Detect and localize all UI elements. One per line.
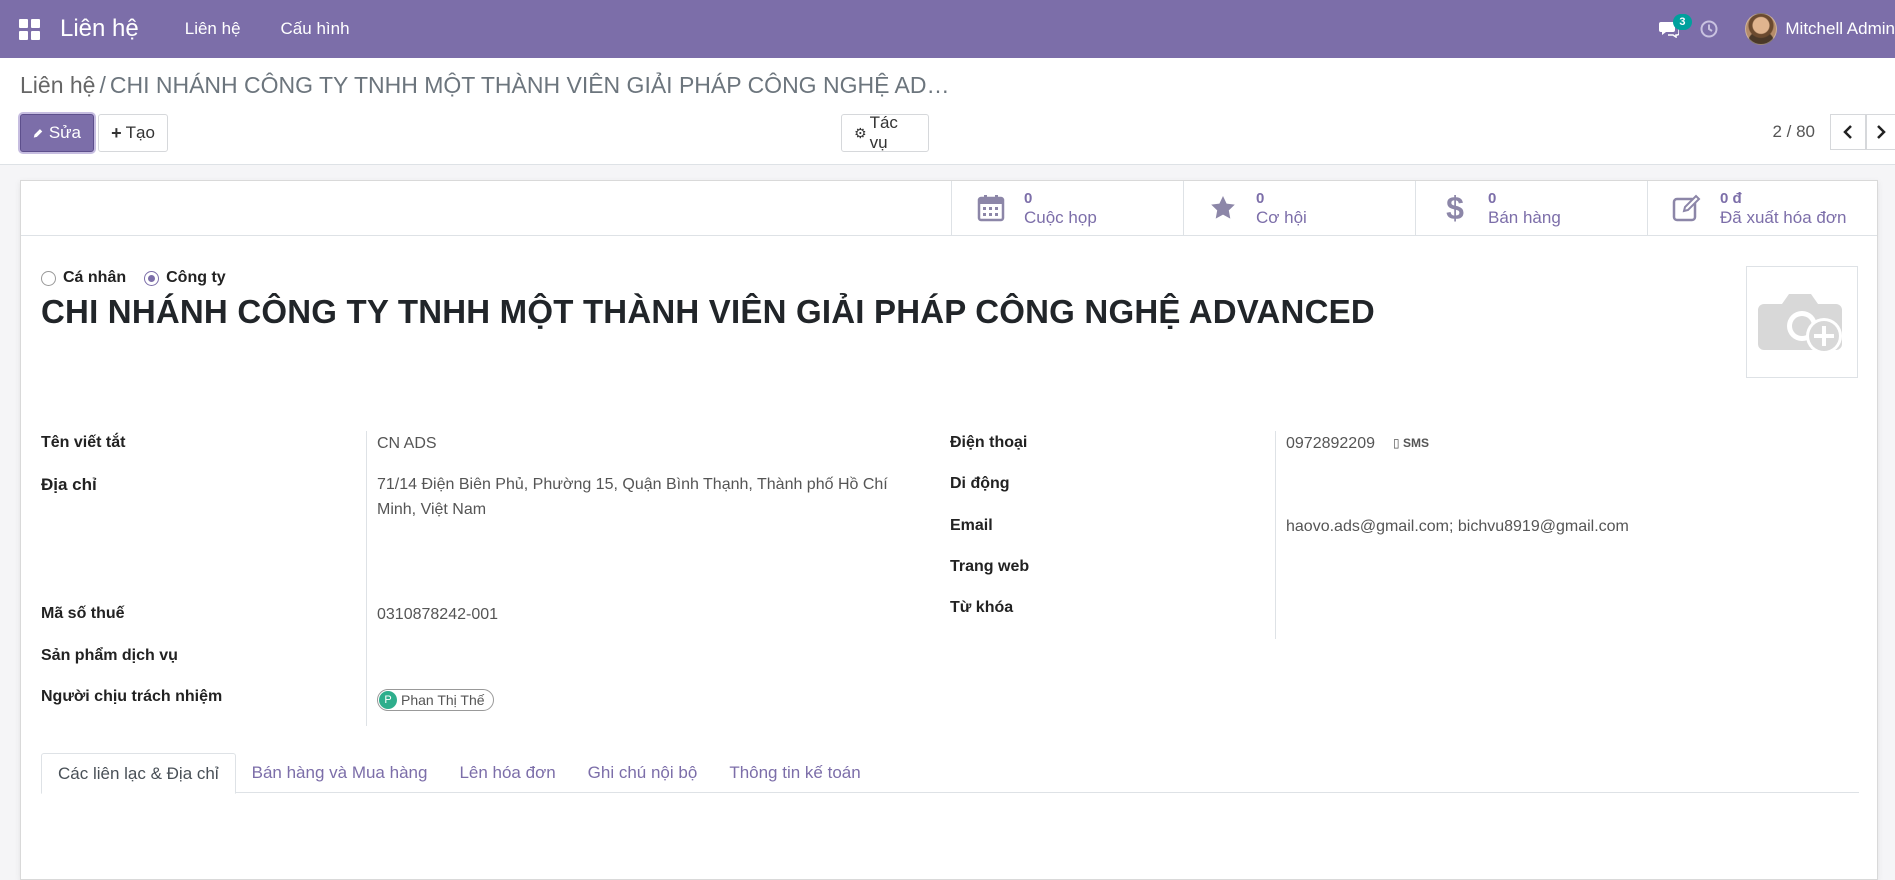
breadcrumb-current: CHI NHÁNH CÔNG TY TNHH MỘT THÀNH VIÊN GI… — [109, 72, 950, 98]
invoiced-button[interactable]: 0 đ Đã xuất hóa đơn — [1647, 181, 1879, 235]
message-count-badge: 3 — [1673, 14, 1692, 30]
address-value[interactable]: 71/14 Điện Biên Phủ, Phường 15, Quận Bìn… — [377, 472, 907, 522]
apps-menu-icon[interactable] — [0, 0, 58, 58]
tab-contacts-addresses[interactable]: Các liên lạc & Địa chỉ — [41, 753, 236, 794]
action-button[interactable]: ⚙ Tác vụ — [841, 113, 929, 152]
tags-label: Từ khóa — [950, 599, 1014, 616]
tax-id-label: Mã số thuế — [41, 605, 125, 622]
left-group-divider — [366, 431, 367, 726]
opportunities-count: 0 — [1256, 190, 1265, 207]
chevron-right-icon — [1877, 125, 1886, 139]
image-upload[interactable] — [1746, 266, 1858, 378]
company-radio[interactable] — [144, 270, 160, 286]
short-name-label: Tên viết tắt — [41, 434, 126, 451]
tab-sales-purchase[interactable]: Bán hàng và Mua hàng — [236, 753, 444, 793]
short-name-value[interactable]: CN ADS — [377, 431, 437, 456]
tax-id-value[interactable]: 0310878242-001 — [377, 602, 498, 627]
sms-label: SMS — [1402, 436, 1429, 450]
breadcrumb: Liên hệ / CHI NHÁNH CÔNG TY TNHH MỘT THÀNH… — [20, 72, 949, 99]
create-button[interactable]: + Tạo — [98, 114, 168, 152]
notebook-tabs: Các liên lạc & Địa chỉ Bán hàng và Mua h… — [41, 753, 1859, 794]
breadcrumb-separator: / — [99, 72, 106, 98]
camera-plus-icon — [1758, 294, 1842, 354]
calendar-icon — [976, 193, 1006, 223]
pager-value[interactable]: 2 / 80 — [1772, 122, 1815, 142]
edit-button[interactable]: Sửa — [20, 114, 94, 152]
responsible-label: Người chịu trách nhiệm — [41, 688, 223, 705]
action-label: Tác vụ — [869, 113, 898, 152]
clock-icon — [1700, 20, 1718, 38]
meetings-label: Cuộc họp — [1024, 208, 1097, 227]
plus-icon: + — [111, 122, 122, 143]
service-label: Sản phẩm dịch vụ — [41, 647, 178, 664]
smart-button-box: 0 Cuộc họp 0 Cơ hội $ 0 Bán hàng 0 đ Đã … — [21, 181, 1877, 236]
sales-label: Bán hàng — [1488, 208, 1561, 227]
invoiced-amount: 0 đ — [1720, 190, 1742, 207]
menu-configuration[interactable]: Cấu hình — [281, 19, 350, 39]
activity-button[interactable] — [1689, 0, 1729, 58]
company-label[interactable]: Công ty — [166, 269, 226, 287]
chevron-left-icon — [1843, 125, 1852, 139]
invoiced-label: Đã xuất hóa đơn — [1720, 208, 1847, 227]
star-icon — [1208, 193, 1238, 223]
top-navbar: Liên hệ Liên hệ Cấu hình 3 Mitchell Admi… — [0, 0, 1895, 58]
tab-internal-notes[interactable]: Ghi chú nội bộ — [572, 753, 714, 793]
menu-contacts[interactable]: Liên hệ — [185, 19, 241, 39]
mobile-icon: ▯ — [1392, 436, 1400, 450]
phone-field: 0972892209 ▯ SMS — [1286, 431, 1429, 456]
responsible-name: Phan Thị Thế — [401, 692, 485, 708]
mobile-label: Di động — [950, 475, 1010, 492]
form-sheet: 0 Cuộc họp 0 Cơ hội $ 0 Bán hàng 0 đ Đã … — [20, 180, 1878, 880]
app-title[interactable]: Liên hệ — [60, 15, 139, 43]
pager-previous-button[interactable] — [1830, 114, 1866, 150]
user-name: Mitchell Admin — [1785, 19, 1895, 38]
sms-button[interactable]: ▯ SMS — [1393, 431, 1429, 456]
email-label: Email — [950, 517, 993, 534]
breadcrumb-parent[interactable]: Liên hệ — [20, 72, 95, 98]
individual-label[interactable]: Cá nhân — [63, 269, 126, 287]
phone-label: Điện thoại — [950, 434, 1028, 451]
avatar — [1745, 13, 1778, 45]
pencil-icon — [33, 129, 43, 138]
dollar-icon: $ — [1446, 189, 1464, 226]
responsible-avatar: P — [379, 691, 397, 709]
website-label: Trang web — [950, 558, 1030, 575]
address-label: Địa chỉ — [41, 475, 97, 494]
meetings-button[interactable]: 0 Cuộc họp — [951, 181, 1183, 235]
opportunities-button[interactable]: 0 Cơ hội — [1183, 181, 1415, 235]
pager-next-button[interactable] — [1866, 114, 1895, 150]
individual-radio[interactable] — [41, 270, 56, 286]
control-panel: Liên hệ / CHI NHÁNH CÔNG TY TNHH MỘT THÀNH… — [0, 58, 1895, 165]
messaging-button[interactable]: 3 — [1649, 0, 1692, 58]
opportunities-label: Cơ hội — [1256, 208, 1307, 227]
phone-value[interactable]: 0972892209 — [1286, 431, 1375, 456]
tab-invoicing[interactable]: Lên hóa đơn — [443, 753, 571, 793]
sales-count: 0 — [1488, 190, 1497, 207]
email-value[interactable]: haovo.ads@gmail.com; bichvu8919@gmail.co… — [1286, 514, 1629, 539]
user-menu[interactable]: Mitchell Admin — [1745, 13, 1895, 45]
edit-icon — [1672, 193, 1702, 223]
gear-icon: ⚙ — [854, 124, 867, 141]
company-type-selector: Cá nhân Công ty — [41, 269, 244, 287]
sales-button[interactable]: $ 0 Bán hàng — [1415, 181, 1647, 235]
right-group-divider — [1275, 431, 1276, 639]
meetings-count: 0 — [1024, 190, 1033, 207]
record-title: CHI NHÁNH CÔNG TY TNHH MỘT THÀNH VIÊN GI… — [41, 293, 1375, 330]
responsible-tag[interactable]: P Phan Thị Thế — [377, 689, 494, 711]
create-label: Tạo — [125, 123, 155, 142]
edit-label: Sửa — [48, 123, 81, 142]
tab-accounting[interactable]: Thông tin kế toán — [713, 753, 876, 793]
